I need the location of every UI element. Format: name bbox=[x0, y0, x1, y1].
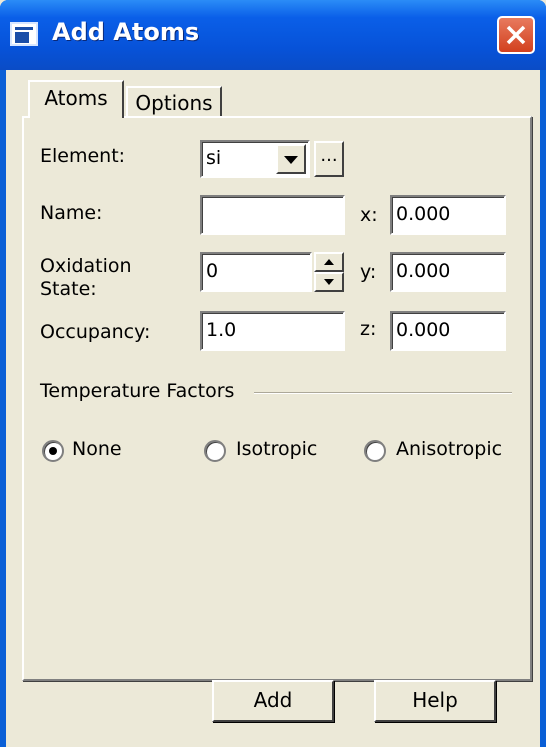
close-icon bbox=[506, 25, 526, 45]
element-browse-button[interactable]: ... bbox=[314, 141, 344, 177]
temperature-factors-heading: Temperature Factors bbox=[40, 380, 235, 402]
tab-atoms[interactable]: Atoms bbox=[28, 80, 124, 118]
atoms-tab-panel: Element: si ... Name: x: 0.000 Oxidation… bbox=[22, 116, 532, 681]
close-button[interactable] bbox=[497, 16, 535, 54]
radio-isotropic[interactable] bbox=[204, 440, 226, 462]
arrow-up-icon bbox=[324, 259, 334, 265]
x-label: x: bbox=[360, 204, 378, 226]
oxidation-label-line2: State: bbox=[40, 278, 97, 300]
window-title: Add Atoms bbox=[52, 18, 200, 46]
chevron-down-icon bbox=[284, 156, 298, 164]
add-button[interactable]: Add bbox=[212, 680, 334, 722]
radio-none[interactable] bbox=[42, 440, 64, 462]
radio-none-label[interactable]: None bbox=[72, 438, 122, 461]
oxidation-spin-down[interactable] bbox=[314, 272, 344, 292]
tab-options[interactable]: Options bbox=[126, 86, 222, 118]
radio-anisotropic[interactable] bbox=[364, 440, 386, 462]
title-bar[interactable]: Add Atoms bbox=[0, 0, 546, 70]
z-input[interactable]: 0.000 bbox=[390, 311, 506, 351]
add-atoms-dialog: Add Atoms Options Atoms Element: si ... … bbox=[0, 0, 546, 747]
element-dropdown-button[interactable] bbox=[276, 144, 306, 174]
oxidation-state-input[interactable]: 0 bbox=[200, 252, 312, 292]
radio-isotropic-label[interactable]: Isotropic bbox=[236, 438, 317, 461]
element-select[interactable]: si bbox=[200, 140, 310, 178]
arrow-down-icon bbox=[324, 279, 334, 285]
z-label: z: bbox=[360, 318, 377, 340]
x-input[interactable]: 0.000 bbox=[390, 195, 506, 235]
y-input[interactable]: 0.000 bbox=[390, 252, 506, 292]
dialog-body: Options Atoms Element: si ... Name: x: 0… bbox=[6, 70, 540, 747]
oxidation-spin-up[interactable] bbox=[314, 252, 344, 272]
occupancy-label: Occupancy: bbox=[40, 321, 151, 343]
group-divider bbox=[254, 392, 512, 394]
name-input[interactable] bbox=[200, 195, 345, 235]
window-icon bbox=[10, 22, 38, 46]
element-select-value: si bbox=[206, 147, 222, 169]
occupancy-input[interactable]: 1.0 bbox=[200, 311, 345, 351]
oxidation-label-line1: Oxidation bbox=[40, 255, 132, 277]
radio-anisotropic-label[interactable]: Anisotropic bbox=[396, 438, 502, 461]
help-button[interactable]: Help bbox=[374, 680, 496, 722]
y-label: y: bbox=[360, 261, 377, 283]
name-label: Name: bbox=[40, 202, 103, 224]
radio-selected-dot bbox=[49, 447, 57, 455]
element-label: Element: bbox=[40, 145, 126, 167]
